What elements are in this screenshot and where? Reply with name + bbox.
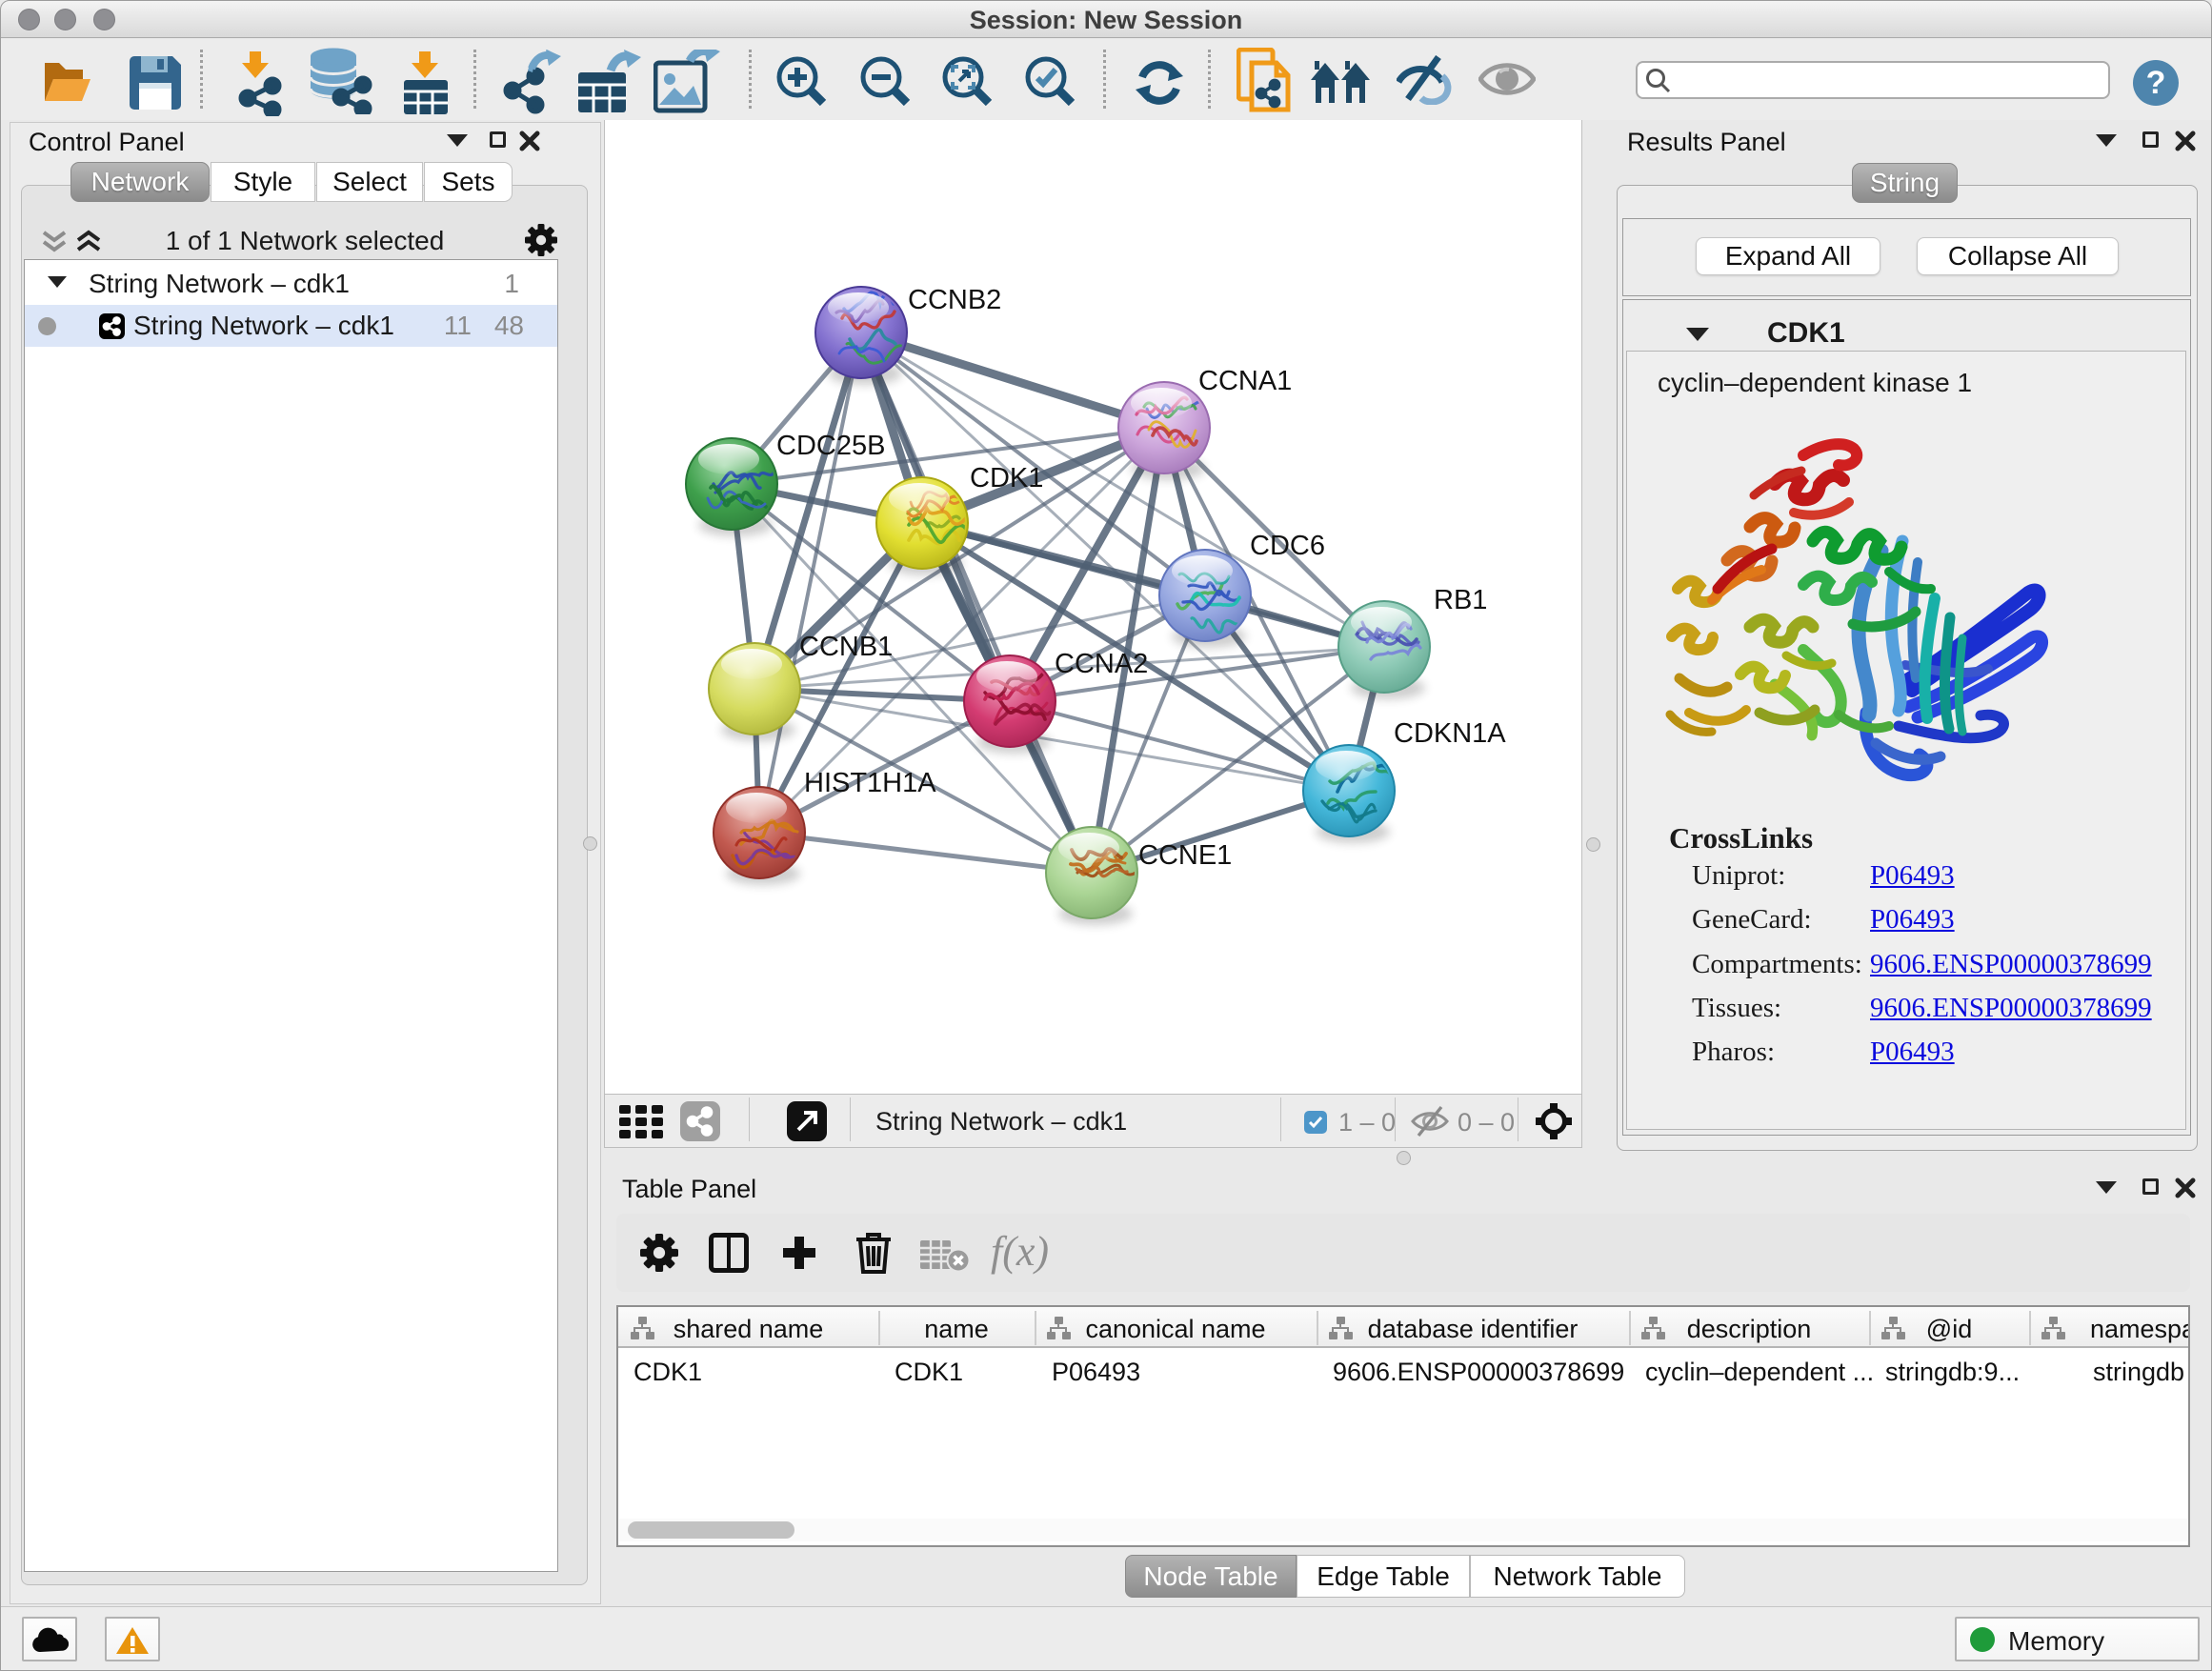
svg-text:CDKN1A: CDKN1A bbox=[1394, 718, 1506, 749]
svg-text:CDK1: CDK1 bbox=[970, 463, 1043, 493]
svg-text:CDC25B: CDC25B bbox=[776, 431, 885, 461]
svg-text:CDC6: CDC6 bbox=[1250, 531, 1325, 561]
svg-text:HIST1H1A: HIST1H1A bbox=[804, 768, 936, 798]
svg-text:CCNB2: CCNB2 bbox=[908, 285, 1001, 315]
svg-text:?: ? bbox=[2146, 65, 2166, 101]
svg-text:CCNA2: CCNA2 bbox=[1055, 649, 1148, 679]
svg-text:RB1: RB1 bbox=[1434, 585, 1487, 615]
svg-text:CCNB1: CCNB1 bbox=[799, 632, 893, 662]
svg-text:CCNA1: CCNA1 bbox=[1198, 366, 1292, 396]
svg-text:CCNE1: CCNE1 bbox=[1138, 840, 1232, 871]
